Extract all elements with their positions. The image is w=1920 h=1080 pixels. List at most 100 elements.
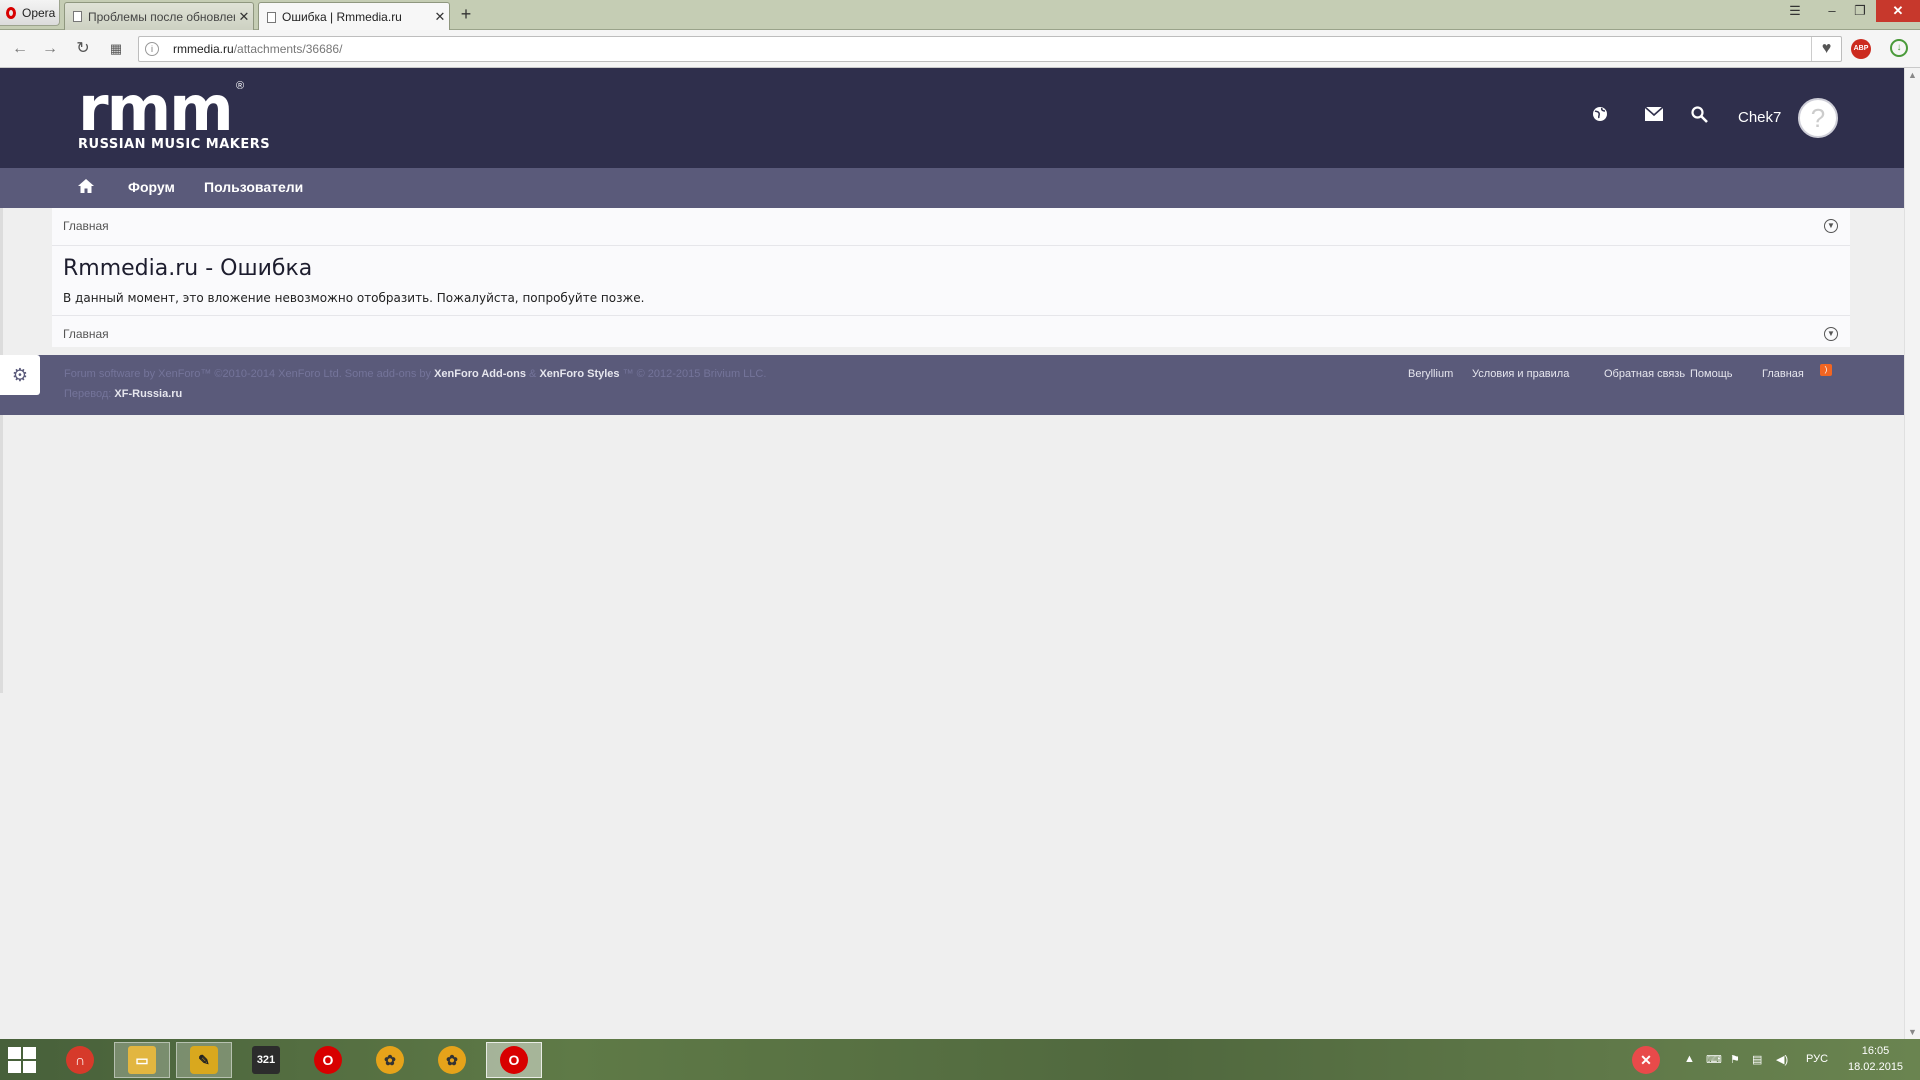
new-tab-button[interactable]: +: [458, 4, 474, 25]
windows-taskbar: ∩ ▭ ✎ 321 O ✿ ✿ O ✕ ▲ ⌨ ⚑ ▤ ◀) РУС 16:05…: [0, 1039, 1920, 1080]
taskbar-media-player[interactable]: 321: [238, 1042, 294, 1078]
breadcrumb-home-link[interactable]: Главная: [63, 327, 109, 341]
user-name[interactable]: Chek7: [1738, 109, 1781, 126]
rss-icon[interactable]: ): [1820, 364, 1832, 376]
fruit-icon: ✿: [438, 1046, 466, 1074]
chevron-down-circle-icon[interactable]: ▼: [1824, 219, 1838, 233]
folder-icon: ▭: [128, 1046, 156, 1074]
footer-credits: Forum software by XenForo™ ©2010-2014 Xe…: [64, 368, 766, 380]
taskbar-file-explorer[interactable]: ▭: [114, 1042, 170, 1078]
left-edge-stripe: [0, 208, 3, 693]
windows-start-button[interactable]: [8, 1047, 38, 1073]
page-icon: [267, 11, 276, 23]
heart-icon[interactable]: ♥: [1811, 37, 1841, 61]
logo-registered-mark: ®: [236, 80, 245, 92]
url-host: rmmedia.ru: [173, 42, 234, 56]
credit-amp: &: [529, 368, 537, 380]
reload-icon[interactable]: ↻: [73, 40, 93, 58]
url-text[interactable]: rmmedia.ru/attachments/36686/: [173, 42, 342, 56]
footer-link-help[interactable]: Помощь: [1690, 368, 1733, 380]
footer-link-home[interactable]: Главная: [1762, 368, 1804, 380]
tray-flag-icon[interactable]: ⚑: [1730, 1053, 1740, 1066]
close-tab-icon[interactable]: ✕: [431, 9, 449, 25]
avatar[interactable]: ?: [1798, 98, 1838, 138]
clock-date: 18.02.2015: [1848, 1061, 1904, 1073]
download-icon[interactable]: ↓: [1890, 39, 1908, 57]
globe-icon[interactable]: [1589, 106, 1611, 127]
main-navigation: Форум Пользователи: [0, 168, 1904, 208]
xenforo-addons-link[interactable]: XenForo Add-ons: [434, 368, 526, 380]
page-icon: [73, 11, 82, 22]
taskbar-opera-active[interactable]: O: [486, 1042, 542, 1078]
breadcrumb-bottom: Главная ▼: [52, 315, 1850, 353]
footer-translation: Перевод: XF-Russia.ru: [64, 388, 182, 400]
forward-arrow-icon[interactable]: →: [40, 40, 60, 58]
close-tab-icon[interactable]: ✕: [235, 9, 253, 25]
browser-toolbar: ← → ↻ ▦ i rmmedia.ru/attachments/36686/ …: [0, 30, 1920, 68]
scroll-up-icon[interactable]: ▲: [1908, 70, 1917, 80]
footer-link-style[interactable]: Beryllium: [1408, 368, 1453, 380]
taskbar-sound-editor[interactable]: ✎: [176, 1042, 232, 1078]
browser-tab-2[interactable]: Ошибка | Rmmedia.ru ✕: [258, 2, 450, 31]
credit-suffix: ™ © 2012-2015 Brivium LLC.: [622, 368, 767, 380]
clapperboard-icon: 321: [252, 1046, 280, 1074]
alert-badge-icon: ✕: [1632, 1046, 1660, 1074]
headphones-icon: ∩: [66, 1046, 94, 1074]
chevron-down-circle-icon[interactable]: ▼: [1824, 327, 1838, 341]
translation-prefix: Перевод:: [64, 388, 112, 400]
site-logo[interactable]: rmm RUSSIAN MUSIC MAKERS ®: [78, 78, 270, 152]
browser-tab-1[interactable]: Проблемы после обновления ✕: [64, 2, 254, 30]
taskbar-fl-studio-1[interactable]: ✿: [362, 1042, 418, 1078]
taskbar-opera-1[interactable]: O: [300, 1042, 356, 1078]
address-bar[interactable]: i rmmedia.ru/attachments/36686/ ♥: [138, 36, 1842, 62]
tray-language[interactable]: РУС: [1806, 1053, 1828, 1065]
tab-menu-icon[interactable]: ☰: [1782, 0, 1808, 22]
home-icon[interactable]: [78, 178, 94, 198]
footer-link-contact[interactable]: Обратная связь: [1604, 368, 1685, 380]
gear-icon[interactable]: ⚙: [0, 355, 40, 395]
close-window-button[interactable]: ✕: [1876, 0, 1920, 22]
xf-russia-link[interactable]: XF-Russia.ru: [114, 388, 182, 400]
back-arrow-icon[interactable]: ←: [10, 40, 30, 58]
credit-prefix: Forum software by XenForo™ ©2010-2014 Xe…: [64, 368, 432, 380]
nav-item-members[interactable]: Пользователи: [204, 179, 303, 195]
nav-item-forum[interactable]: Форум: [128, 179, 175, 195]
pencil-icon: ✎: [190, 1046, 218, 1074]
taskbar-music-app[interactable]: ∩: [52, 1042, 108, 1078]
main-content: Главная ▼ Rmmedia.ru - Ошибка В данный м…: [52, 208, 1850, 347]
breadcrumb-home-link[interactable]: Главная: [63, 219, 109, 233]
mail-icon[interactable]: [1643, 106, 1665, 126]
tray-network-icon[interactable]: ▤: [1752, 1053, 1762, 1066]
footer-link-terms[interactable]: Условия и правила: [1472, 368, 1569, 380]
search-icon[interactable]: [1688, 106, 1710, 128]
site-footer: ⚙ Forum software by XenForo™ ©2010-2014 …: [0, 355, 1904, 415]
browser-tab-bar: Opera Проблемы после обновления ✕ Ошибка…: [0, 0, 1920, 31]
site-info-icon[interactable]: i: [145, 42, 159, 56]
page-scrollbar[interactable]: ▲ ▼: [1904, 68, 1920, 1039]
tray-expand-icon[interactable]: ▲: [1684, 1053, 1695, 1065]
logo-sub-text: RUSSIAN MUSIC MAKERS: [78, 137, 271, 152]
clock-time: 16:05: [1861, 1045, 1890, 1057]
tab-title: Ошибка | Rmmedia.ru: [282, 10, 402, 24]
xenforo-styles-link[interactable]: XenForo Styles: [539, 368, 619, 380]
tray-keyboard-icon[interactable]: ⌨: [1706, 1053, 1722, 1066]
minimize-button[interactable]: –: [1818, 0, 1846, 22]
scroll-down-icon[interactable]: ▼: [1908, 1027, 1917, 1037]
taskbar-fl-studio-2[interactable]: ✿: [424, 1042, 480, 1078]
tray-volume-icon[interactable]: ◀): [1776, 1053, 1788, 1066]
opera-icon: O: [314, 1046, 342, 1074]
page-title: Rmmedia.ru - Ошибка: [63, 256, 313, 281]
url-path: /attachments/36686/: [233, 42, 343, 56]
opera-menu-button[interactable]: Opera: [0, 0, 60, 26]
adblock-plus-icon[interactable]: ABP: [1851, 39, 1871, 59]
opera-menu-label: Opera: [22, 5, 56, 20]
taskbar-notification-app[interactable]: ✕: [1618, 1042, 1674, 1078]
breadcrumb: Главная ▼: [52, 208, 1850, 246]
page-viewport: rmm RUSSIAN MUSIC MAKERS ® Chek7 ? Форум…: [0, 68, 1904, 1039]
taskbar-clock[interactable]: 16:05 18.02.2015: [1848, 1043, 1903, 1075]
speed-dial-grid-icon[interactable]: ▦: [106, 40, 126, 58]
maximize-button[interactable]: ❐: [1846, 0, 1874, 22]
opera-logo-icon: [6, 6, 16, 19]
tab-title: Проблемы после обновления: [88, 9, 235, 24]
site-header: rmm RUSSIAN MUSIC MAKERS ® Chek7 ?: [0, 68, 1904, 168]
